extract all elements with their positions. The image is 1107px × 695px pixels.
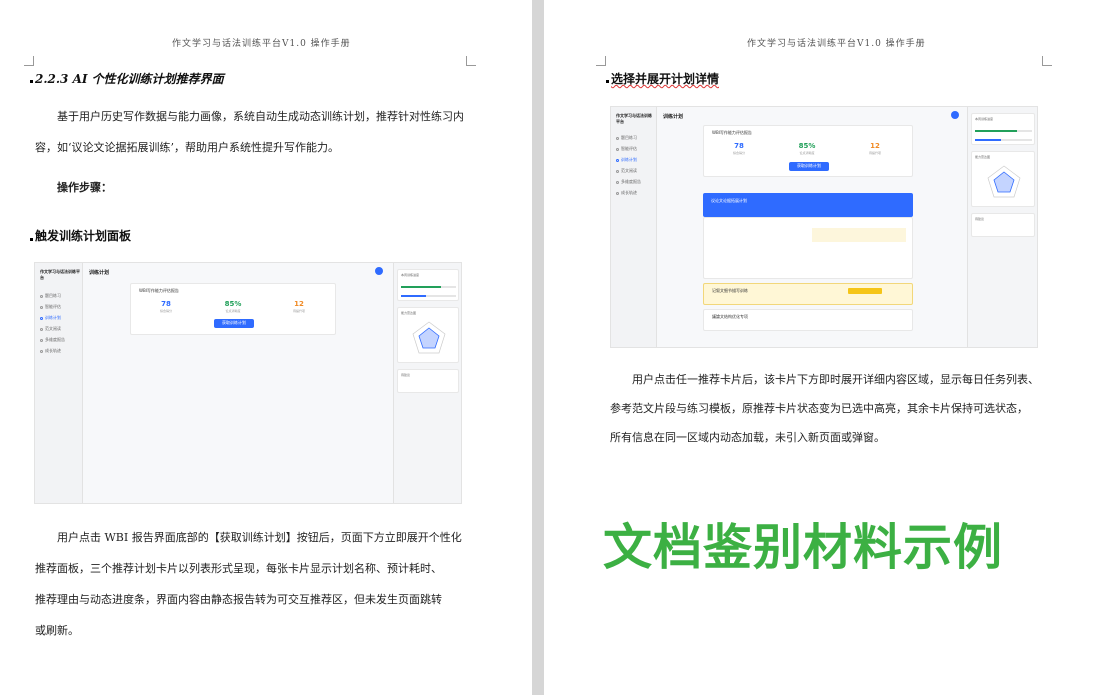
subsection-heading: 选择并展开计划详情 (611, 72, 720, 86)
body-line: 所有信息在同一区域内动态加载，未引入新页面或弹窗。 (610, 431, 885, 444)
stat-value: 12 (870, 142, 880, 150)
progress-fill (401, 286, 441, 288)
radar-chart (412, 321, 446, 354)
plan-detail-area (703, 217, 913, 279)
screenshot-nav-item: 题目练习 (616, 135, 637, 141)
screenshot-nav-item-active: 训练计划 (40, 315, 61, 321)
screenshot-brand: 作文学习与话法训练平台 (616, 113, 652, 124)
get-plan-button: 获取训练计划 (214, 319, 254, 328)
stat-value: 12 (294, 300, 304, 308)
screenshot-title: 训练计划 (663, 114, 684, 120)
radar-title: 能力雷达图 (401, 311, 417, 315)
body-paragraph: 用户点击任一推荐卡片后，该卡片下方即时展开详细内容区域，显示每日任务列表、 参考… (610, 365, 1050, 452)
steps-label: 操作步骤： (57, 181, 112, 194)
watermark-text: 文档鉴别材料示例 (602, 518, 1004, 577)
stat-label: 综合得分 (159, 309, 172, 313)
stat-value: 78 (734, 142, 744, 150)
paragraph-mark (30, 238, 33, 241)
margin-corner-mark (596, 56, 606, 66)
report-title: WBI写作能力评估报告 (139, 288, 179, 293)
screenshot-right-panel: 本周训练进度 能力雷达图 待建议 (967, 107, 1037, 347)
intro-paragraph: 基于用户历史写作数据与能力画像，系统自动生成动态训练计划，推荐针对性练习内容，如… (35, 110, 464, 154)
screenshot-right-panel: 本周训练进度 能力雷达图 待建议 (393, 263, 461, 503)
reference-snippet (812, 228, 906, 242)
page-header: 作文学习与话法训练平台V1.0 操作手册 (747, 39, 926, 49)
body-paragraph: 用户点击 WBI 报告界面底部的【获取训练计划】按钮后，页面下方立即展开个性化 … (35, 522, 475, 646)
screenshot-nav-item: 范文阅读 (616, 168, 637, 174)
stat-label: 论点清晰度 (225, 309, 241, 313)
embedded-screenshot: 作文学习与话法训练平台 题目练习 智能评估 训练计划 范文阅读 多维度报告 成长… (610, 106, 1038, 348)
section-heading: 2.2.3 AI 个性化训练计划推荐界面 (35, 72, 224, 86)
document-page-right: 作文学习与话法训练平台V1.0 操作手册 选择并展开计划详情 作文学习与话法训练… (544, 0, 1107, 695)
plan-name: 议论文论据拓展计划 (711, 198, 747, 203)
embedded-screenshot: 作文学习与话法训练平台 题目练习 智能评估 训练计划 范文阅读 多维度报告 成长… (34, 262, 462, 504)
progress-title: 本周训练进度 (975, 117, 994, 121)
plan-tag (848, 288, 882, 294)
stat-label: 综合得分 (732, 151, 745, 155)
paragraph-mark (606, 80, 609, 83)
page-gap (532, 0, 544, 695)
margin-corner-mark (24, 56, 34, 66)
plan-name: 議論文结构优化专项 (712, 314, 748, 319)
body-line: 用户点击 WBI 报告界面底部的【获取训练计划】按钮后，页面下方立即展开个性化 (57, 531, 462, 544)
screenshot-nav-item: 智能评估 (616, 146, 637, 152)
screenshot-sidebar: 作文学习与话法训练平台 题目练习 智能评估 训练计划 范文阅读 多维度报告 成长… (611, 107, 657, 347)
screenshot-nav-item: 多维度报告 (616, 179, 641, 185)
body-line: 或刷新。 (35, 624, 79, 637)
plan-name: 记叙文细节描写训练 (712, 288, 748, 293)
plan-card-selected: 议论文论据拓展计划 (703, 193, 913, 217)
screenshot-nav-item: 范文阅读 (40, 326, 61, 332)
progress-fill (975, 139, 1001, 141)
tips-card: 待建议 (971, 213, 1035, 237)
progress-title: 本周训练进度 (401, 273, 420, 277)
screenshot-nav-item-active: 训练计划 (616, 157, 637, 163)
radar-card: 能力雷达图 (397, 307, 459, 363)
screenshot-title: 训练计划 (89, 270, 110, 276)
plan-card: 记叙文细节描写训练 (703, 283, 913, 305)
stat-label: 论点清晰度 (799, 151, 815, 155)
plan-card: 議論文结构优化专项 (703, 309, 913, 331)
stat-value: 85% (224, 300, 242, 308)
report-card: WBI写作能力评估报告 78 综合得分 85% 论点清晰度 12 待提升项 获取… (703, 125, 913, 177)
tips-card: 待建议 (397, 369, 459, 393)
screenshot-nav-item: 成长轨迹 (616, 190, 637, 196)
screenshot-nav-item: 题目练习 (40, 293, 61, 299)
report-card: WBI写作能力评估报告 78 综合得分 85% 论点清晰度 12 待提升项 获取… (130, 283, 336, 335)
report-title: WBI写作能力评估报告 (712, 130, 752, 135)
get-plan-button: 获取训练计划 (789, 162, 829, 171)
body-line: 参考范文片段与练习模板，原推荐卡片状态变为已选中高亮，其余卡片保持可选状态， (610, 402, 1028, 415)
progress-fill (401, 295, 426, 297)
body-line: 用户点击任一推荐卡片后，该卡片下方即时展开详细内容区域，显示每日任务列表、 (632, 373, 1039, 386)
margin-corner-mark (1042, 56, 1052, 66)
screenshot-sidebar: 作文学习与话法训练平台 题目练习 智能评估 训练计划 范文阅读 多维度报告 成长… (35, 263, 83, 503)
progress-card: 本周训练进度 (397, 269, 459, 301)
stat-value: 85% (798, 142, 816, 150)
paragraph-mark (30, 80, 33, 83)
radar-chart (987, 165, 1021, 198)
progress-fill (975, 130, 1017, 132)
tips-title: 待建议 (975, 217, 985, 221)
radar-card: 能力雷达图 (971, 151, 1035, 207)
page-header: 作文学习与话法训练平台V1.0 操作手册 (172, 39, 351, 49)
radar-title: 能力雷达图 (975, 155, 991, 159)
screenshot-nav-item: 成长轨迹 (40, 348, 61, 354)
margin-corner-mark (466, 56, 476, 66)
tips-title: 待建议 (401, 373, 411, 377)
body-line: 推荐理由与动态进度条，界面内容由静态报告转为可交互推荐区，但未发生页面跳转 (35, 593, 442, 606)
screenshot-nav-item: 智能评估 (40, 304, 61, 310)
screenshot-brand: 作文学习与话法训练平台 (40, 269, 80, 280)
document-page-left: 作文学习与话法训练平台V1.0 操作手册 2.2.3 AI 个性化训练计划推荐界… (0, 0, 532, 695)
progress-card: 本周训练进度 (971, 113, 1035, 145)
screenshot-nav-item: 多维度报告 (40, 337, 65, 343)
subsection-heading: 触发训练计划面板 (35, 229, 132, 243)
stat-value: 78 (161, 300, 171, 308)
stat-label: 待提升项 (292, 309, 305, 313)
stat-label: 待提升项 (868, 151, 881, 155)
body-line: 推荐面板，三个推荐计划卡片以列表形式呈现，每张卡片显示计划名称、预计耗时、 (35, 562, 442, 575)
avatar (375, 267, 383, 275)
avatar (951, 111, 959, 119)
